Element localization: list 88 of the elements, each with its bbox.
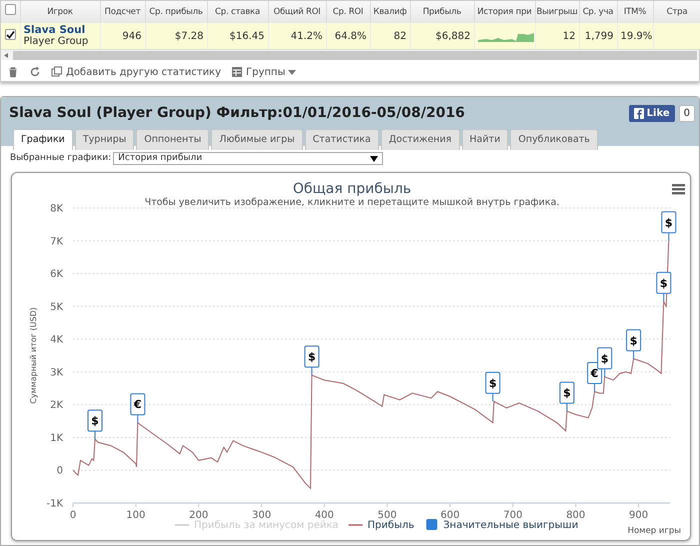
table-cell: 12 <box>535 23 579 49</box>
tab[interactable]: Любимые игры <box>211 129 303 150</box>
table-cell: 19.9% <box>617 23 653 49</box>
column-header[interactable]: Игрок <box>20 1 100 23</box>
y-tick-label: 5K <box>50 301 63 312</box>
y-tick-label: 2K <box>50 400 63 411</box>
column-header[interactable]: Прибыль <box>410 1 474 23</box>
flag-symbol: $ <box>488 376 497 390</box>
copy-icon <box>51 66 63 78</box>
column-header[interactable]: Квалиф <box>370 1 410 23</box>
chart-select[interactable]: История прибыли <box>113 152 384 166</box>
x-axis-label: Номер игры <box>628 526 681 536</box>
tab[interactable]: Найти <box>462 129 508 150</box>
table-cell: 64.8% <box>326 23 370 49</box>
legend-item[interactable]: Значительные выигрыши <box>443 520 578 530</box>
table-cell: $7.28 <box>145 23 207 49</box>
trash-icon[interactable] <box>7 66 19 78</box>
x-tick-label: 100 <box>126 510 146 520</box>
flag-symbol: $ <box>91 414 99 428</box>
flag-symbol: € <box>134 398 142 411</box>
column-header[interactable]: История при <box>474 1 535 23</box>
x-tick-label: 800 <box>566 510 586 520</box>
y-tick-label: 7K <box>50 236 63 247</box>
x-tick-label: 0 <box>70 510 76 520</box>
column-header[interactable]: Ср. ставка <box>207 1 268 23</box>
panel-title: Slava Soul (Player Group) Фильтр:01/01/2016-05/08/2016 <box>9 104 465 123</box>
player-group: Player Group <box>24 36 96 48</box>
tab[interactable]: Графики <box>13 129 73 150</box>
y-tick-label: 6K <box>50 268 63 280</box>
y-tick-label: 8K <box>50 203 63 214</box>
tab[interactable]: Оппоненты <box>136 129 210 150</box>
like-button[interactable]: Like <box>628 105 675 122</box>
column-header[interactable]: Ср. ROI <box>326 1 370 23</box>
toolbar-button[interactable]: Группы <box>231 64 296 80</box>
like-count: 0 <box>678 105 695 122</box>
column-header[interactable]: Ср. прибыль <box>145 1 207 23</box>
table-cell: 1,799 <box>579 23 617 49</box>
x-tick-label: 200 <box>189 510 208 520</box>
table-cell: $6,882 <box>410 23 474 49</box>
x-tick-label: 300 <box>252 510 272 520</box>
tab[interactable]: Опубликовать <box>510 129 598 150</box>
flag-symbol: $ <box>308 350 316 364</box>
flag-symbol: $ <box>563 386 571 400</box>
x-tick-label: 900 <box>629 510 648 520</box>
y-tick-label: -1K <box>46 498 63 509</box>
y-axis-label: Суммарный итог (USD) <box>29 306 38 404</box>
table-cell: 82 <box>370 23 410 49</box>
flag-symbol: € <box>590 366 598 380</box>
grid-icon <box>231 66 244 78</box>
x-tick-label: 500 <box>378 510 397 520</box>
checkbox[interactable] <box>4 28 16 40</box>
x-tick-label: 400 <box>314 510 334 520</box>
dropdown-arrow-icon <box>370 156 378 162</box>
y-tick-label: 1K <box>50 432 63 444</box>
column-header[interactable]: Выигрыш <box>535 1 579 23</box>
toolbar-button[interactable]: Добавить другую статистику <box>51 64 222 80</box>
y-tick-label: 4K <box>50 334 63 346</box>
column-header[interactable]: Подсчет <box>100 1 145 23</box>
player-name-link[interactable]: Slava Soul <box>24 24 96 36</box>
column-header[interactable]: Стра <box>653 1 700 23</box>
table-cell: 946 <box>100 23 145 49</box>
horizontal-scrollbar[interactable] <box>1 49 699 60</box>
y-tick-label: 0 <box>56 465 63 476</box>
table-cell: 41.2% <box>268 23 326 49</box>
x-tick-label: 700 <box>503 510 522 520</box>
refresh-icon[interactable] <box>29 66 41 78</box>
flag-symbol: $ <box>660 276 668 290</box>
select-label: Выбранные графики: <box>10 152 112 165</box>
tab[interactable]: Достижения <box>380 129 460 150</box>
table-cell: $16.45 <box>207 23 268 49</box>
caret-icon <box>288 70 296 74</box>
column-header[interactable]: Общий ROI <box>268 1 326 23</box>
facebook-icon <box>634 108 644 119</box>
checkbox[interactable] <box>4 4 16 16</box>
menu-icon[interactable] <box>672 184 685 194</box>
tab[interactable]: Турниры <box>74 129 134 150</box>
flag-symbol: $ <box>630 334 638 347</box>
x-tick-label: 600 <box>440 510 460 520</box>
y-tick-label: 3K <box>50 366 63 378</box>
column-header[interactable]: Ср. уча <box>579 1 617 23</box>
chart-subtitle: Чтобы увеличить изображение, кликните и перетащите мышкой внутрь графика. <box>144 196 560 208</box>
tab[interactable]: Статистика <box>304 129 379 150</box>
flag-symbol: $ <box>664 216 673 229</box>
legend-line-icon <box>175 524 189 526</box>
chart-title: Общая прибыль <box>292 180 412 196</box>
legend-item[interactable]: Прибыль <box>368 520 414 530</box>
column-header[interactable]: ITM% <box>617 1 653 23</box>
flag-symbol: $ <box>600 352 608 365</box>
